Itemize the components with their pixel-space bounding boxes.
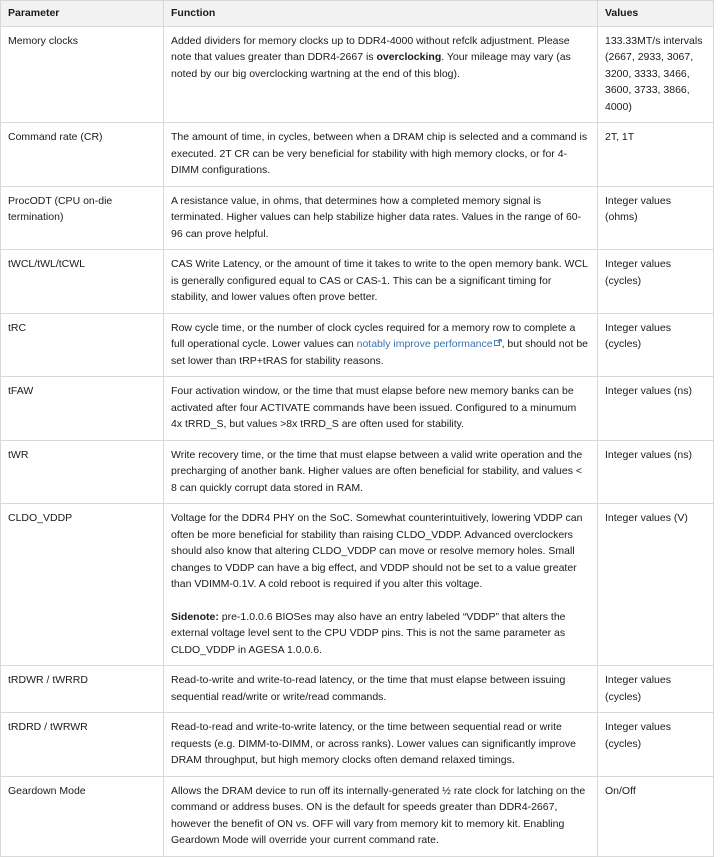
table-row: Command rate (CR) The amount of time, in… (0, 122, 714, 187)
column-header-values: Values (597, 0, 714, 27)
row-parameter-name: Memory clocks (0, 26, 164, 123)
row-values: Integer values (ohms) (597, 186, 714, 250)
row-function-description: Voltage for the DDR4 PHY on the SoC. Som… (163, 503, 598, 666)
row-parameter-name: tRDWR / tWRRD (0, 665, 164, 713)
row-parameter-name: ProcODT (CPU on-die termination) (0, 186, 164, 250)
table-header: Parameter Function Values (0, 0, 714, 27)
external-link-icon (493, 339, 502, 347)
row-parameter-name: tFAW (0, 376, 164, 441)
table-row: tWCL/tWL/tCWL CAS Write Latency, or the … (0, 249, 714, 314)
row-function-description: A resistance value, in ohms, that determ… (163, 186, 598, 250)
row-values: Integer values (cycles) (597, 665, 714, 713)
row-function-description: Row cycle time, or the number of clock c… (163, 313, 598, 377)
table-header-row: Parameter Function Values (0, 0, 714, 27)
row-parameter-name: tRDRD / tWRWR (0, 712, 164, 777)
row-values: Integer values (cycles) (597, 249, 714, 314)
row-parameter-name: tWCL/tWL/tCWL (0, 249, 164, 314)
table-row: tRC Row cycle time, or the number of clo… (0, 313, 714, 377)
function-text-main: Voltage for the DDR4 PHY on the SoC. Som… (171, 512, 583, 590)
sidenote-text: pre-1.0.0.6 BIOSes may also have an entr… (171, 610, 566, 656)
row-function-description: Added dividers for memory clocks up to D… (163, 26, 598, 123)
table-row: CLDO_VDDP Voltage for the DDR4 PHY on th… (0, 503, 714, 666)
row-function-description: The amount of time, in cycles, between w… (163, 122, 598, 187)
function-text-emphasis: overclocking (376, 51, 442, 63)
row-parameter-name: tWR (0, 440, 164, 504)
column-header-parameter: Parameter (0, 0, 164, 27)
memory-parameters-table-container: Parameter Function Values Memory clocks … (0, 0, 714, 857)
row-function-description: Allows the DRAM device to run off its in… (163, 776, 598, 857)
row-values: Integer values (V) (597, 503, 714, 666)
row-function-description: Read-to-read and write-to-write latency,… (163, 712, 598, 777)
table-row: Geardown Mode Allows the DRAM device to … (0, 776, 714, 857)
row-parameter-name: CLDO_VDDP (0, 503, 164, 666)
row-function-description: Write recovery time, or the time that mu… (163, 440, 598, 504)
table-body: Memory clocks Added dividers for memory … (0, 26, 714, 857)
column-header-function: Function (163, 0, 598, 27)
row-function-description: CAS Write Latency, or the amount of time… (163, 249, 598, 314)
table-row: ProcODT (CPU on-die termination) A resis… (0, 186, 714, 250)
row-parameter-name: Geardown Mode (0, 776, 164, 857)
row-values: 133.33MT/s intervals (2667, 2933, 3067, … (597, 26, 714, 123)
sidenote-label: Sidenote: (171, 610, 219, 623)
row-parameter-name: tRC (0, 313, 164, 377)
row-function-description: Read-to-write and write-to-read latency,… (163, 665, 598, 713)
row-values: On/Off (597, 776, 714, 857)
table-row: tRDWR / tWRRD Read-to-write and write-to… (0, 665, 714, 713)
row-values: 2T, 1T (597, 122, 714, 187)
row-parameter-name: Command rate (CR) (0, 122, 164, 187)
table-row: tRDRD / tWRWR Read-to-read and write-to-… (0, 712, 714, 777)
table-row: tFAW Four activation window, or the time… (0, 376, 714, 441)
row-values: Integer values (cycles) (597, 712, 714, 777)
memory-parameters-table: Parameter Function Values Memory clocks … (0, 0, 714, 857)
row-values: Integer values (cycles) (597, 313, 714, 377)
row-values: Integer values (ns) (597, 376, 714, 441)
notably-improve-performance-link[interactable]: notably improve performance (357, 338, 493, 350)
table-row: tWR Write recovery time, or the time tha… (0, 440, 714, 504)
table-row: Memory clocks Added dividers for memory … (0, 26, 714, 123)
row-values: Integer values (ns) (597, 440, 714, 504)
row-function-description: Four activation window, or the time that… (163, 376, 598, 441)
